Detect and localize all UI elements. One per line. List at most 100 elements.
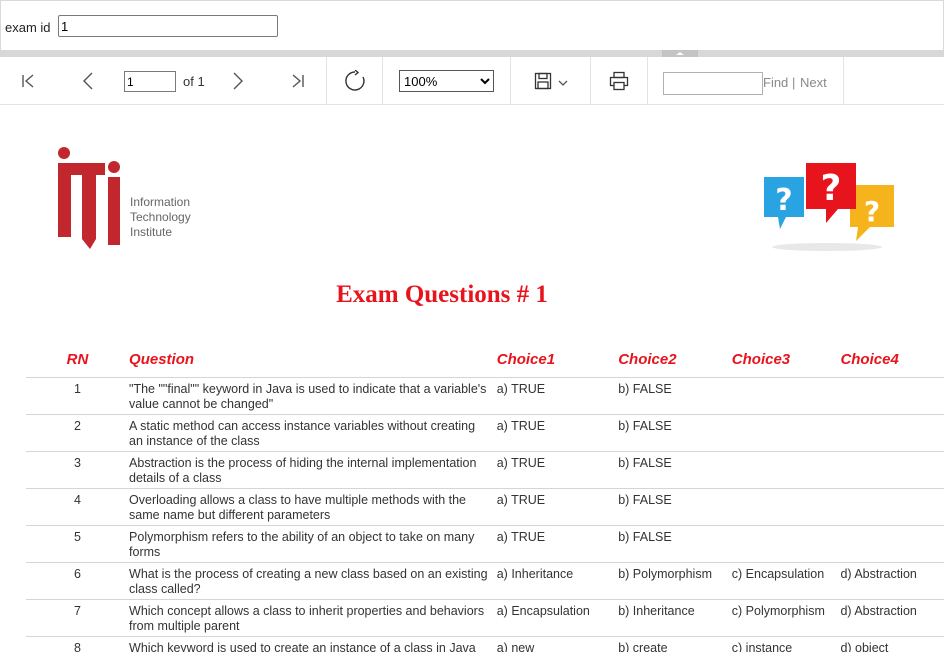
choice3-cell: c) Encapsulation	[731, 562, 841, 600]
logo-line-1: Information	[130, 195, 191, 209]
find-button[interactable]: Find	[763, 75, 788, 90]
logo-text: Information Technology Institute	[130, 195, 191, 240]
exam-id-label: exam id	[5, 20, 51, 35]
table-row: 5 Polymorphism refers to the ability of …	[26, 525, 944, 563]
exam-id-input[interactable]	[58, 15, 278, 37]
current-page-input[interactable]	[124, 71, 176, 92]
svg-text:?: ?	[821, 168, 842, 209]
collapse-arrow-icon	[676, 52, 684, 55]
question-text: Which keyword is used to create an insta…	[129, 636, 497, 652]
parameter-bar: exam id	[0, 0, 944, 51]
choice1-cell: a) TRUE	[496, 451, 619, 489]
toolbar-separator	[647, 57, 648, 104]
choice3-cell: c) Polymorphism	[731, 599, 841, 637]
first-page-button[interactable]	[14, 57, 42, 104]
splitter[interactable]	[0, 50, 944, 57]
table-row: 2 A static method can access instance va…	[26, 414, 944, 452]
chevron-down-icon	[558, 80, 568, 87]
row-number: 2	[26, 414, 130, 452]
column-header-choice3: Choice3	[731, 341, 841, 378]
question-text: Abstraction is the process of hiding the…	[129, 451, 497, 489]
toolbar-separator	[590, 57, 591, 104]
choice4-cell	[840, 488, 944, 526]
choice2-cell: b) FALSE	[618, 451, 732, 489]
refresh-icon	[344, 69, 366, 92]
iti-logo: Information Technology Institute	[54, 147, 214, 257]
question-text: A static method can access instance vari…	[129, 414, 497, 452]
toolbar-separator	[382, 57, 383, 104]
column-header-choice1: Choice1	[496, 341, 619, 378]
choice3-cell	[731, 414, 841, 452]
choice4-cell	[840, 414, 944, 452]
report-body: Information Technology Institute ? ? ? E…	[0, 105, 944, 652]
export-button[interactable]	[528, 57, 574, 104]
choice3-cell	[731, 451, 841, 489]
next-page-button[interactable]	[224, 57, 252, 104]
choice3-cell	[731, 488, 841, 526]
choice1-cell: a) TRUE	[496, 525, 619, 563]
previous-page-icon	[80, 72, 96, 90]
choice2-cell: b) Polymorphism	[618, 562, 732, 600]
print-button[interactable]	[604, 57, 634, 104]
table-row: 4 Overloading allows a class to have mul…	[26, 488, 944, 526]
row-number: 7	[26, 599, 130, 637]
table-row: 3 Abstraction is the process of hiding t…	[26, 451, 944, 489]
table-row: 1 "The ""final"" keyword in Java is used…	[26, 377, 944, 415]
row-number: 5	[26, 525, 130, 563]
column-header-choice4: Choice4	[840, 341, 944, 378]
choice2-cell: b) FALSE	[618, 377, 732, 415]
choice4-cell: d) Abstraction	[840, 562, 944, 600]
question-text: "The ""final"" keyword in Java is used t…	[129, 377, 497, 415]
table-row: 6 What is the process of creating a new …	[26, 562, 944, 600]
row-number: 1	[26, 377, 130, 415]
toolbar-separator	[326, 57, 327, 104]
choice1-cell: a) new	[496, 636, 619, 652]
choice4-cell	[840, 451, 944, 489]
choice1-cell: a) Inheritance	[496, 562, 619, 600]
refresh-button[interactable]	[340, 57, 370, 104]
logo-line-3: Institute	[130, 225, 173, 239]
choice2-cell: b) create	[618, 636, 732, 652]
choice2-cell: b) FALSE	[618, 488, 732, 526]
table-row: 7 Which concept allows a class to inheri…	[26, 599, 944, 637]
print-icon	[609, 71, 629, 91]
column-header-question: Question	[129, 341, 497, 378]
page-total-text: of 1	[183, 74, 205, 89]
find-input[interactable]	[663, 72, 763, 95]
svg-text:?: ?	[775, 183, 792, 218]
table-header-row: RN Question Choice1 Choice2 Choice3 Choi…	[26, 341, 944, 378]
choice1-cell: a) TRUE	[496, 377, 619, 415]
find-next-button[interactable]: Next	[800, 75, 827, 90]
choice1-cell: a) TRUE	[496, 414, 619, 452]
save-icon	[534, 72, 552, 90]
toolbar-separator	[843, 57, 844, 104]
previous-page-button[interactable]	[74, 57, 102, 104]
question-text: Which concept allows a class to inherit …	[129, 599, 497, 637]
choice2-cell: b) FALSE	[618, 525, 732, 563]
row-number: 8	[26, 636, 130, 652]
last-page-button[interactable]	[284, 57, 312, 104]
report-title: Exam Questions # 1	[336, 281, 548, 308]
choice3-cell	[731, 525, 841, 563]
iti-logo-mark	[58, 147, 120, 249]
svg-text:?: ?	[864, 195, 880, 228]
questions-table: RN Question Choice1 Choice2 Choice3 Choi…	[26, 341, 944, 652]
zoom-select[interactable]: 100%	[399, 70, 494, 92]
row-number: 4	[26, 488, 130, 526]
last-page-icon	[290, 73, 306, 89]
question-bubbles-image: ? ? ?	[764, 163, 894, 251]
question-text: What is the process of creating a new cl…	[129, 562, 497, 600]
collapse-parameters-button[interactable]	[662, 50, 698, 57]
toolbar-separator	[510, 57, 511, 104]
report-toolbar: of 1 100% Find | Next	[0, 57, 944, 105]
column-header-rn: RN	[26, 341, 130, 378]
table-row: 8 Which keyword is used to create an ins…	[26, 636, 944, 652]
choice3-cell: c) instance	[731, 636, 841, 652]
choice4-cell	[840, 377, 944, 415]
choice3-cell	[731, 377, 841, 415]
first-page-icon	[20, 73, 36, 89]
choice4-cell: d) Abstraction	[840, 599, 944, 637]
logo-line-2: Technology	[130, 210, 191, 224]
next-page-icon	[230, 72, 246, 90]
choice4-cell	[840, 525, 944, 563]
